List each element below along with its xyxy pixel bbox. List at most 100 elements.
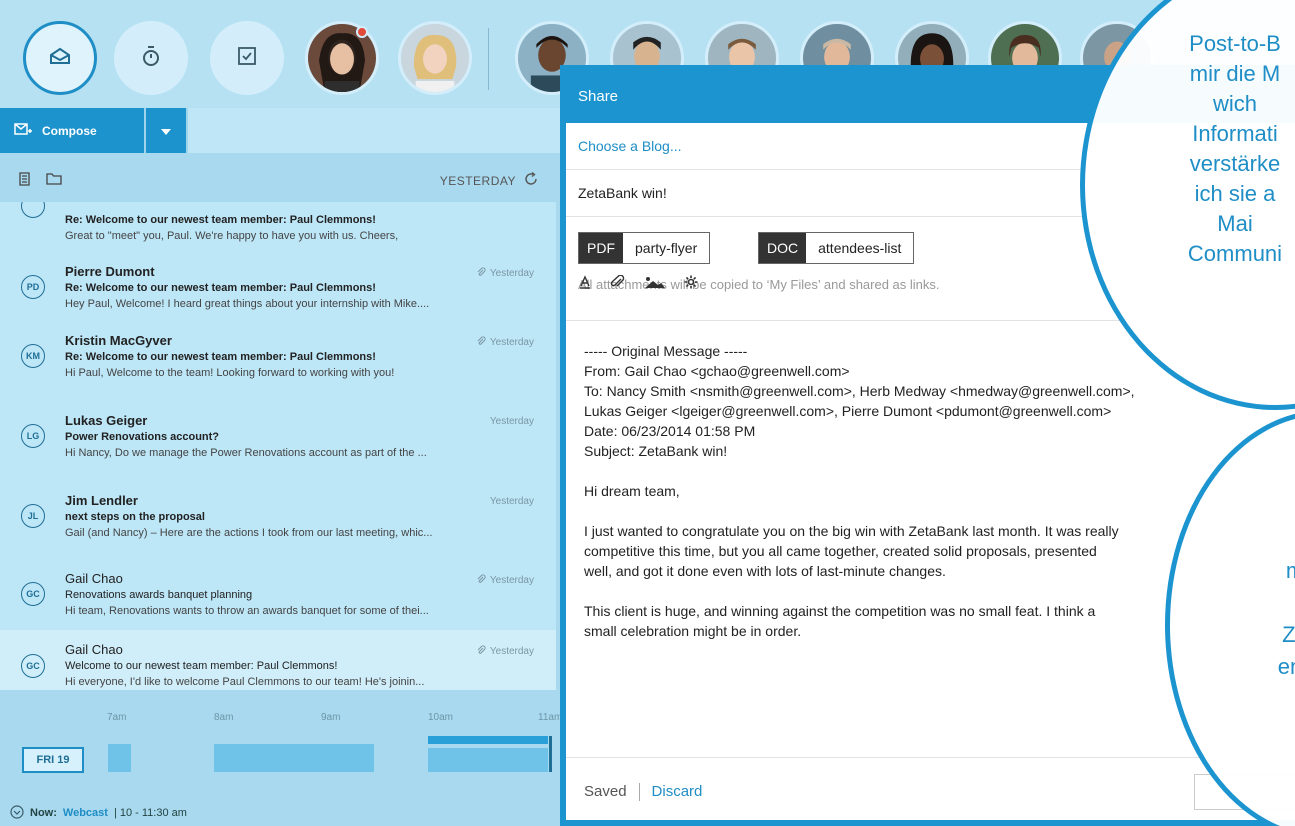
list-item[interactable]: PD Pierre Dumont Re: Welcome to our newe…	[0, 256, 556, 321]
image-icon[interactable]	[644, 275, 666, 294]
calendar-event[interactable]	[428, 748, 548, 772]
mail-preview: Gail (and Nancy) – Here are the actions …	[65, 527, 433, 539]
mail-date: Yesterday	[489, 416, 534, 427]
list-item[interactable]: KM Kristin MacGyver Re: Welcome to our n…	[0, 325, 556, 390]
editor-toolbar	[578, 274, 698, 294]
day-label: YESTERDAY	[439, 173, 516, 188]
mail-sender: Jim Lendler	[65, 493, 138, 508]
mail-subject: Re: Welcome to our newest team member: P…	[65, 214, 376, 226]
avatar[interactable]	[398, 21, 472, 95]
mail-preview: Hi Paul, Welcome to the team! Looking fo…	[65, 367, 395, 379]
hour-label: 10am	[428, 712, 454, 723]
calendar-event[interactable]	[214, 744, 374, 772]
mail-subject: next steps on the proposal	[65, 511, 205, 523]
divider	[638, 782, 640, 801]
file-type-badge: DOC	[759, 233, 807, 263]
callout-text: Post-to-B mir die M wich Informati verst…	[1187, 31, 1283, 266]
list-header: YESTERDAY	[0, 160, 556, 202]
avatar-initials: JL	[21, 504, 45, 528]
timeline: 7am 8am 9am 10am 11am FRI 19	[0, 700, 565, 800]
attachment-icon	[476, 645, 486, 658]
paperclip-icon[interactable]	[610, 274, 626, 294]
mail-date: Yesterday	[476, 574, 534, 587]
attachment-icon	[476, 574, 486, 587]
file-name: party-flyer	[635, 240, 698, 256]
list-view-icon[interactable]	[18, 171, 32, 191]
mail-preview: Hi everyone, I'd like to welcome Paul Cl…	[65, 676, 425, 688]
calendar-event[interactable]	[108, 744, 131, 772]
list-item[interactable]: JL Jim Lendler next steps on the proposa…	[0, 485, 556, 550]
mail-preview: Hi Nancy, Do we manage the Power Renovat…	[65, 447, 427, 459]
mail-subject: Renovations awards banquet planning	[65, 589, 253, 601]
file-type-badge: PDF	[579, 233, 623, 263]
file-name: attendees-list	[818, 240, 902, 256]
body-line: To: Nancy Smith <nsmith@greenwell.com>, …	[584, 383, 1135, 399]
stopwatch-icon	[141, 45, 161, 72]
mail-date: Yesterday	[476, 336, 534, 349]
body-line: Subject: ZetaBank win!	[584, 443, 728, 459]
mail-nav-button[interactable]	[23, 21, 97, 95]
mail-preview: Hi team, Renovations wants to throw an a…	[65, 605, 429, 617]
folder-icon[interactable]	[46, 172, 62, 190]
attachment-icon	[476, 267, 486, 280]
avatar-initials: KM	[21, 344, 45, 368]
avatar-initials: GC	[21, 582, 45, 606]
attachment-icon	[476, 336, 486, 349]
body-line: Lukas Geiger <lgeiger@greenwell.com>, Pi…	[584, 403, 1112, 419]
discard-button[interactable]: Discard	[652, 783, 703, 800]
now-event-link[interactable]: Webcast	[63, 807, 108, 819]
mail-date: Yesterday	[476, 645, 534, 658]
body-line: Hi dream team,	[584, 483, 680, 499]
share-footer: Saved Discard	[566, 757, 1295, 825]
gear-icon[interactable]	[684, 275, 698, 294]
timer-nav-button[interactable]	[114, 21, 188, 95]
mail-date: Yesterday	[476, 267, 534, 280]
mail-subject: Re: Welcome to our newest team member: P…	[65, 351, 376, 363]
now-bar: Now: Webcast | 10 - 11:30 am	[0, 800, 565, 826]
list-item[interactable]: GC Gail Chao Renovations awards banquet …	[0, 563, 556, 628]
hour-label: 11am	[538, 712, 563, 723]
compose-dropdown-button[interactable]	[146, 108, 186, 153]
divider	[488, 28, 489, 90]
mail-subject: Re: Welcome to our newest team member: P…	[65, 282, 376, 294]
callout-text: m Zu en	[1277, 558, 1295, 679]
mail-subject: Welcome to our newest team member: Paul …	[65, 660, 338, 672]
calendar-event[interactable]	[428, 736, 548, 744]
notification-dot	[356, 26, 368, 38]
tasks-nav-button[interactable]	[210, 21, 284, 95]
attachment-chip[interactable]: PDF party-flyer	[578, 232, 711, 264]
hour-label: 7am	[107, 712, 127, 723]
now-time: | 10 - 11:30 am	[113, 807, 187, 819]
attachment-chip[interactable]: DOC attendees-list	[758, 232, 915, 264]
refresh-icon[interactable]	[524, 171, 538, 189]
saved-status: Saved	[584, 783, 627, 800]
hour-label: 9am	[321, 712, 341, 723]
now-marker	[549, 736, 552, 772]
compose-strip	[188, 108, 565, 153]
mail-date: Yesterday	[489, 496, 534, 507]
body-line: Date: 06/23/2014 01:58 PM	[584, 423, 756, 439]
avatar-initials: PD	[21, 275, 45, 299]
envelope-icon	[49, 47, 71, 70]
mail-list: Re: Welcome to our newest team member: P…	[0, 202, 556, 690]
hour-label: 8am	[214, 712, 234, 723]
mail-preview: Hey Paul, Welcome! I heard great things …	[65, 298, 430, 310]
text-format-icon[interactable]	[578, 275, 592, 294]
compose-button[interactable]: Compose	[0, 108, 144, 153]
list-item[interactable]: GC Gail Chao Welcome to our newest team …	[0, 630, 556, 690]
app-window: Compose YESTERDAY Re: Welcome to our new…	[0, 0, 1295, 826]
avatar-initials: GC	[21, 654, 45, 678]
avatar-initials	[21, 202, 45, 218]
checkbox-icon	[237, 46, 257, 71]
now-label: Now:	[30, 807, 57, 819]
caret-down-icon	[161, 122, 171, 140]
mail-preview: Great to "meet" you, Paul. We're happy t…	[65, 230, 399, 242]
list-item[interactable]: LG Lukas Geiger Power Renovations accoun…	[0, 405, 556, 470]
list-item[interactable]: Re: Welcome to our newest team member: P…	[0, 202, 556, 253]
chevron-down-circle-icon[interactable]	[10, 804, 24, 822]
compose-label: Compose	[42, 123, 97, 138]
mail-subject: Power Renovations account?	[65, 431, 220, 443]
mail-sender: Lukas Geiger	[65, 413, 148, 428]
day-badge[interactable]: FRI 19	[22, 747, 84, 773]
compose-bar: Compose	[0, 108, 565, 153]
